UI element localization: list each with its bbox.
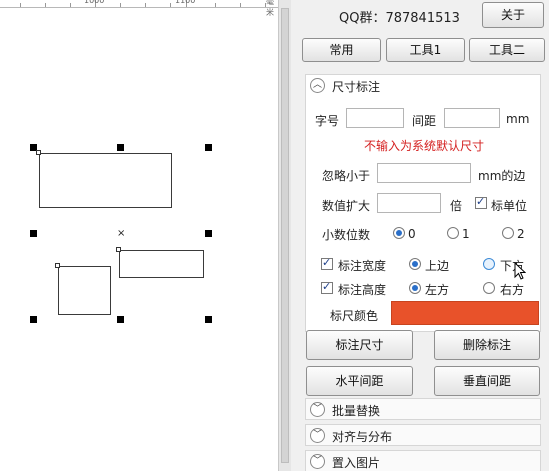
scrollbar-thumb[interactable] [281,8,289,463]
shape-node[interactable] [116,247,121,252]
width-top-radio[interactable] [409,258,421,270]
decimals-option-label: 1 [462,227,470,241]
unit-mm-label: mm [506,112,530,126]
ruler-label: 1000 [84,0,105,5]
ruler-unit-label: 毫米 [266,0,274,17]
mark-height-label: 标注高度 [338,283,387,297]
shape-node[interactable] [36,150,41,155]
ruler-tick [70,3,71,7]
rectangle-shape[interactable] [58,266,111,315]
ruler-tick [145,3,146,7]
tab-tool2[interactable]: 工具二 [469,38,545,62]
about-button[interactable]: 关于 [482,2,544,28]
shape-node[interactable] [55,263,60,268]
ruler-label: 1100 [175,0,196,5]
width-bottom-radio[interactable] [483,258,495,270]
selection-handle[interactable] [117,316,124,323]
show-unit-label: 标单位 [491,199,528,213]
height-left-label: 左方 [425,283,450,297]
section-align-distribute[interactable]: ﹀ 对齐与分布 [305,424,541,446]
ruler-color-swatch[interactable] [391,301,539,325]
spacing-label: 间距 [412,114,437,128]
center-cross-icon: × [117,228,126,239]
decimals-radio-0[interactable] [393,227,405,239]
tab-tool1[interactable]: 工具1 [386,38,465,62]
selection-handle[interactable] [205,144,212,151]
ignore-less-label: 忽略小于 [322,169,371,183]
ignore-suffix-label: mm的边 [478,169,526,183]
selection-handle[interactable] [205,230,212,237]
section-title: 对齐与分布 [332,430,393,444]
height-right-radio[interactable] [483,282,495,294]
font-size-label: 字号 [315,114,340,128]
rectangle-shape[interactable] [119,250,204,278]
mark-width-label: 标注宽度 [338,259,387,273]
section-batch-replace[interactable]: ﹀ 批量替换 [305,398,541,420]
chevron-down-icon: ﹀ [310,402,325,417]
selection-handle[interactable] [205,316,212,323]
decimals-option-label: 2 [517,227,525,241]
mark-width-checkbox[interactable] [321,256,333,270]
scale-input[interactable] [377,193,441,213]
mouse-cursor-icon [514,261,527,284]
chevron-down-icon: ﹀ [310,454,325,469]
ruler-color-label: 标尺颜色 [330,309,379,323]
scale-suffix-label: 倍 [450,199,463,213]
ruler-tick [170,3,171,7]
delete-dimension-button[interactable]: 删除标注 [434,330,540,360]
section-title: 尺寸标注 [332,80,381,94]
decimals-label: 小数位数 [322,228,371,242]
default-size-hint: 不输入为系统默认尺寸 [364,139,485,153]
ruler-tick [120,3,121,7]
show-unit-checkbox[interactable] [475,195,487,209]
ignore-threshold-input[interactable] [377,163,471,183]
qq-group-text: QQ群：787841513 [339,11,460,26]
selection-handle[interactable] [30,316,37,323]
scale-label: 数值扩大 [322,199,371,213]
chevron-down-icon: ﹀ [310,428,325,443]
selection-handle[interactable] [30,230,37,237]
ruler-tick [215,3,216,7]
chevron-up-icon: ︿ [310,78,325,93]
section-dimension-header[interactable]: ︿ 尺寸标注 [305,74,541,96]
font-size-input[interactable] [346,108,404,128]
mark-height-checkbox[interactable] [321,280,333,294]
tool-panel: QQ群：787841513 关于 常用 工具1 工具二 ︿ 尺寸标注 字号 间距… [291,0,549,471]
top-ruler[interactable]: 1000 1100 毫米 [0,0,278,17]
vertical-scrollbar[interactable] [278,0,291,471]
horizontal-spacing-button[interactable]: 水平间距 [306,366,413,396]
section-title: 批量替换 [332,404,381,418]
vertical-spacing-button[interactable]: 垂直间距 [434,366,540,396]
section-title: 置入图片 [332,456,381,470]
selection-handle[interactable] [117,144,124,151]
ruler-tick [240,3,241,7]
rectangle-shape[interactable] [39,153,172,208]
width-top-label: 上边 [425,259,450,273]
decimals-option-label: 0 [408,227,416,241]
drawing-canvas[interactable]: 1000 1100 毫米 × [0,0,278,471]
ruler-tick [20,3,21,7]
ruler-tick [45,3,46,7]
mark-dimension-button[interactable]: 标注尺寸 [306,330,413,360]
section-place-image[interactable]: ﹀ 置入图片 [305,450,541,471]
decimals-radio-2[interactable] [502,227,514,239]
decimals-radio-1[interactable] [447,227,459,239]
spacing-input[interactable] [444,108,500,128]
tab-common[interactable]: 常用 [302,38,381,62]
height-left-radio[interactable] [409,282,421,294]
